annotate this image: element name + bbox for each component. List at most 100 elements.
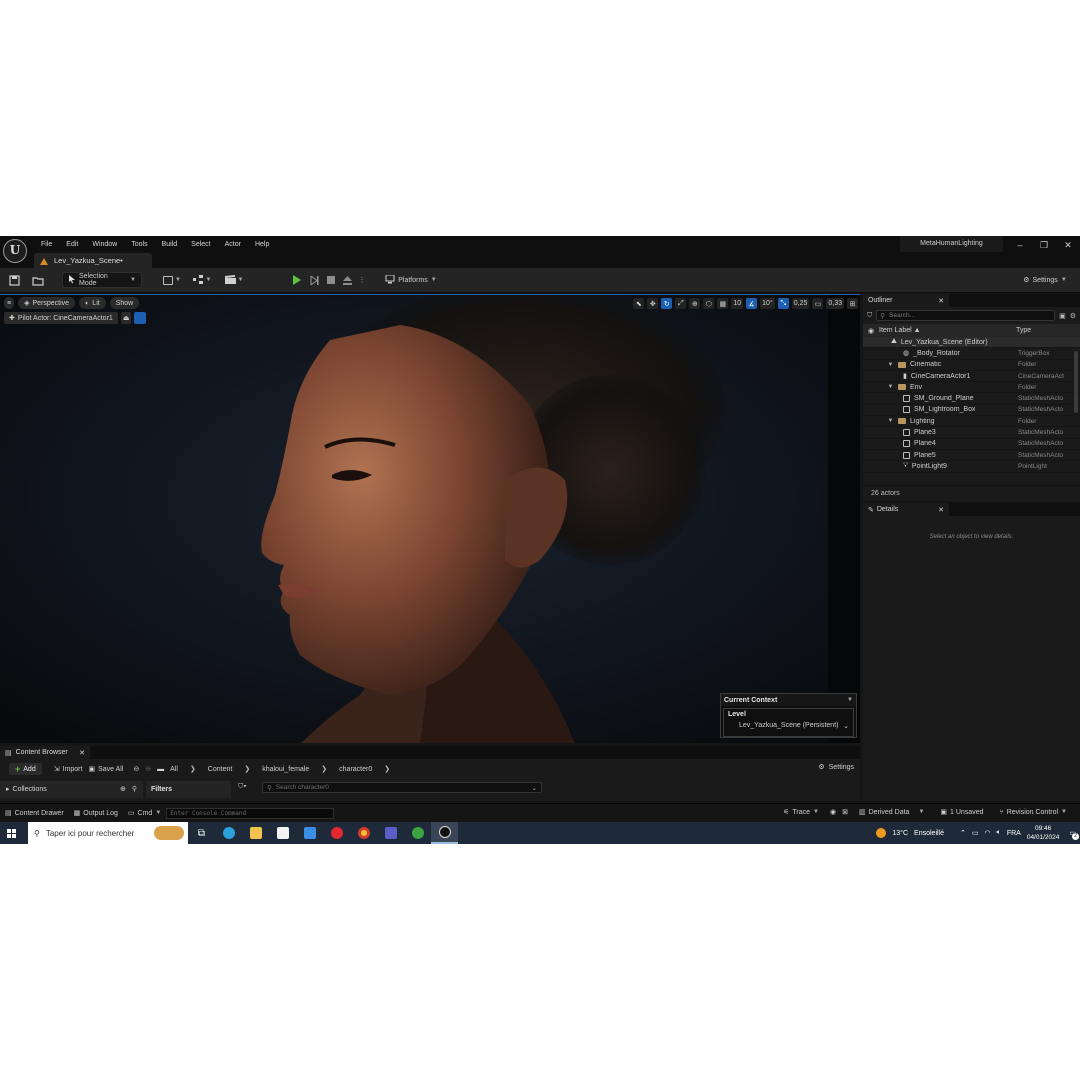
menu-select[interactable]: Select bbox=[184, 238, 217, 251]
select-tool-icon[interactable]: ⬉ bbox=[633, 298, 645, 309]
weather-sun-icon[interactable] bbox=[876, 828, 887, 838]
task-view-icon[interactable]: ⧉ bbox=[188, 822, 215, 844]
browse-icon[interactable] bbox=[30, 272, 46, 288]
outliner-scrollbar[interactable] bbox=[1074, 351, 1078, 413]
stop-button[interactable] bbox=[323, 272, 339, 288]
gear-icon[interactable]: ⚙ bbox=[1070, 312, 1076, 320]
revision-control-dropdown[interactable]: ⑂ Revision Control ▼ bbox=[994, 809, 1072, 816]
clock[interactable]: 09:46 04/01/2024 bbox=[1027, 824, 1060, 842]
volume-icon[interactable]: 🔈︎ bbox=[997, 829, 1001, 837]
xbox-icon[interactable] bbox=[404, 822, 431, 844]
level-dropdown[interactable]: Lev_Yazkua_Scene (Persistent) ⌄ bbox=[728, 722, 849, 730]
close-icon[interactable]: ✕ bbox=[938, 297, 944, 305]
level-viewport[interactable]: ≡ ◈ Perspective ◐ Lit Show ✚ Pilot Actor… bbox=[0, 294, 860, 743]
unreal-logo-icon[interactable]: U bbox=[3, 239, 27, 263]
scale-snap-toggle[interactable]: ⤡ bbox=[777, 298, 789, 309]
show-button[interactable]: Show bbox=[109, 297, 140, 309]
chrome-icon[interactable] bbox=[350, 822, 377, 844]
eject-pilot-button[interactable]: ⏏ bbox=[120, 312, 132, 324]
language-indicator[interactable]: FRA bbox=[1007, 830, 1021, 837]
console-input[interactable]: Enter Console Command bbox=[166, 807, 335, 819]
level-document-tab[interactable]: Lev_Yazkua_Scene• bbox=[34, 253, 152, 268]
grid-snap-icon[interactable]: ▦ bbox=[717, 298, 729, 309]
visibility-eye-icon[interactable]: ◉ bbox=[863, 327, 879, 335]
camera-speed-value[interactable]: 0,33 bbox=[826, 298, 844, 309]
content-drawer-button[interactable]: ▤ Content Drawer bbox=[0, 809, 69, 818]
menu-help[interactable]: Help bbox=[248, 238, 276, 251]
tree-row[interactable]: SM_Lightroom_Box StaticMeshActo bbox=[863, 405, 1080, 417]
tree-row[interactable]: Plane5 StaticMeshActo bbox=[863, 450, 1080, 462]
unsaved-button[interactable]: ▣ 1 Unsaved bbox=[935, 808, 988, 817]
selection-mode-dropdown[interactable]: Selection Mode ▼ bbox=[62, 272, 142, 288]
tree-row[interactable]: SM_Ground_Plane StaticMeshActo bbox=[863, 393, 1080, 405]
chevron-right-icon[interactable]: ❯ bbox=[321, 765, 327, 773]
source-icon[interactable]: ⊠ bbox=[842, 808, 848, 816]
history-back-icon[interactable]: ⊖ bbox=[133, 765, 139, 773]
tree-row[interactable]: Plane4 StaticMeshActo bbox=[863, 439, 1080, 450]
camera-lock-icon[interactable] bbox=[134, 312, 147, 324]
unreal-engine-taskbar-icon[interactable] bbox=[431, 822, 458, 844]
eject-button[interactable] bbox=[339, 272, 355, 288]
viewport-layout-icon[interactable]: ⊞ bbox=[847, 298, 858, 309]
record-icon[interactable]: ◉ bbox=[830, 808, 836, 816]
camera-speed-icon[interactable]: ▭ bbox=[812, 298, 824, 309]
trace-dropdown[interactable]: ⚟ Trace ▼ bbox=[778, 808, 824, 817]
filter-icon[interactable]: ⛉▾ bbox=[238, 783, 247, 791]
output-log-button[interactable]: ▦ Output Log bbox=[69, 809, 123, 818]
cinematics-button[interactable]: ▼ bbox=[222, 272, 246, 288]
folder-icon[interactable]: ▬ bbox=[157, 766, 164, 773]
play-options-button[interactable]: ⋮ bbox=[357, 272, 367, 288]
search-icon[interactable]: ⚲ bbox=[132, 785, 137, 793]
chevron-up-icon[interactable]: ⌃ bbox=[960, 829, 966, 837]
tree-row[interactable]: 💡︎ PointLight9 PointLight bbox=[863, 461, 1080, 473]
viewport-menu-button[interactable]: ≡ bbox=[4, 297, 15, 309]
platforms-dropdown[interactable]: Platforms ▼ bbox=[380, 272, 442, 288]
weather-temp[interactable]: 13°C bbox=[892, 830, 908, 837]
chevron-right-icon[interactable]: ❯ bbox=[190, 765, 196, 773]
add-collection-icon[interactable]: ⊕ bbox=[120, 785, 126, 793]
expand-arrow-icon[interactable]: ▼ bbox=[887, 362, 894, 368]
menu-tools[interactable]: Tools bbox=[124, 238, 154, 251]
minimize-button[interactable]: – bbox=[1008, 236, 1032, 254]
history-forward-icon[interactable]: ⊖ bbox=[145, 765, 151, 773]
lit-button[interactable]: ◐ Lit bbox=[79, 297, 106, 309]
tree-row[interactable]: ◍ _Body_Rotator TriggerBox bbox=[863, 348, 1080, 360]
content-browser-search-input[interactable]: ⚲ Search character0 ⌄ bbox=[262, 782, 542, 793]
teams-icon[interactable] bbox=[377, 822, 404, 844]
notification-icon[interactable]: ▭2 bbox=[1069, 829, 1079, 840]
chevron-right-icon[interactable]: ❯ bbox=[244, 765, 250, 773]
column-item-label[interactable]: Item Label ▲ bbox=[879, 327, 921, 334]
wifi-icon[interactable]: ◠ bbox=[985, 829, 991, 837]
rotation-snap-value[interactable]: 10° bbox=[760, 298, 775, 309]
add-button[interactable]: + Add bbox=[9, 763, 42, 775]
mail-icon[interactable] bbox=[296, 822, 323, 844]
tree-row[interactable]: ▼ Cinematic Folder bbox=[863, 360, 1080, 371]
filters-header[interactable]: Filters bbox=[146, 780, 231, 798]
weather-desc[interactable]: Ensoleillé bbox=[914, 830, 944, 837]
tree-row[interactable]: ▼ Lighting Folder bbox=[863, 416, 1080, 428]
collections-header[interactable]: ▸ Collections ⊕ ⚲ bbox=[0, 780, 143, 798]
surface-snap-icon[interactable]: ⬡ bbox=[703, 298, 715, 309]
tree-row[interactable]: Plane3 StaticMeshActo bbox=[863, 427, 1080, 439]
expand-arrow-icon[interactable]: ▼ bbox=[887, 418, 894, 424]
scale-tool-icon[interactable]: ⤢ bbox=[675, 298, 687, 309]
details-tab[interactable]: ✎ Details ✕ bbox=[863, 503, 949, 516]
filter-icon[interactable]: ⛉ bbox=[867, 312, 872, 320]
outliner-tab[interactable]: Outliner ✕ bbox=[863, 294, 949, 307]
world-space-icon[interactable]: ⊕ bbox=[689, 298, 701, 309]
translate-tool-icon[interactable]: ✥ bbox=[647, 298, 659, 309]
microsoft-store-icon[interactable] bbox=[269, 822, 296, 844]
close-button[interactable]: ✕ bbox=[1056, 236, 1080, 254]
save-all-button[interactable]: ▣ Save All bbox=[88, 765, 123, 774]
breadcrumb-item[interactable]: khaloui_female bbox=[262, 766, 309, 773]
opera-icon[interactable] bbox=[323, 822, 350, 844]
breadcrumb-item[interactable]: Content bbox=[208, 766, 233, 773]
content-browser-tab[interactable]: ▤ Content Browser ✕ bbox=[0, 746, 90, 759]
blueprint-button[interactable]: ▼ bbox=[190, 272, 214, 288]
tree-row[interactable]: ▮ CineCameraActor1 CineCameraAct bbox=[863, 371, 1080, 383]
menu-actor[interactable]: Actor bbox=[218, 238, 248, 251]
taskbar-search-input[interactable]: ⚲ Taper ici pour rechercher bbox=[28, 822, 188, 844]
breadcrumb-item[interactable]: All bbox=[170, 766, 178, 773]
expand-arrow-icon[interactable]: ▼ bbox=[887, 384, 894, 390]
perspective-button[interactable]: ◈ Perspective bbox=[18, 297, 76, 309]
